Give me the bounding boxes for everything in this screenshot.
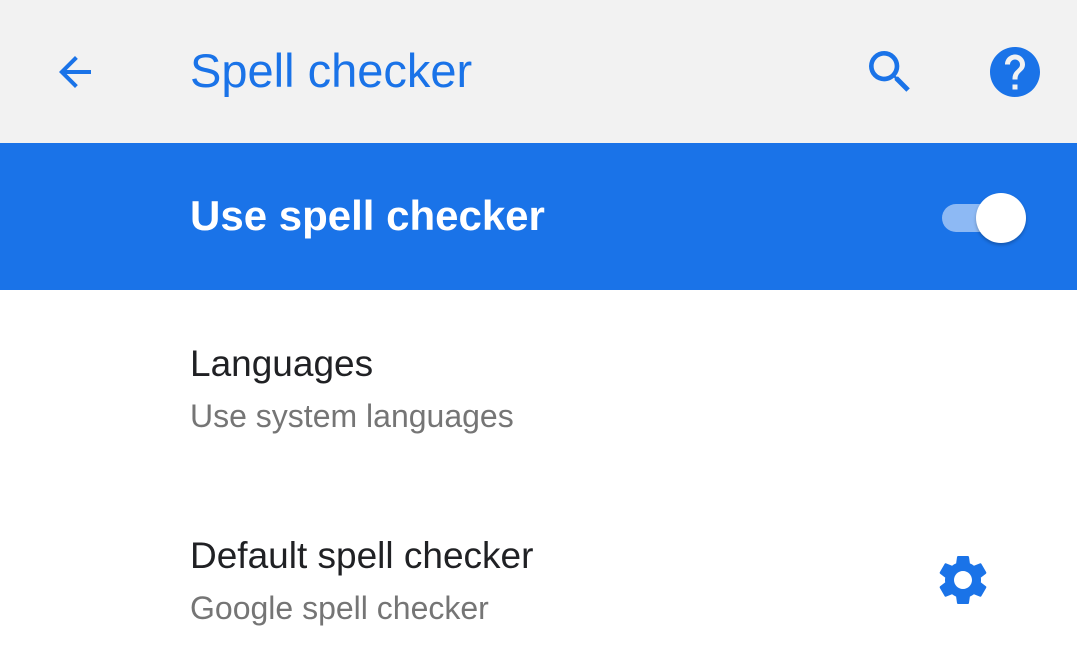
back-button[interactable] [45, 46, 105, 98]
spell-checker-settings-button[interactable] [930, 550, 996, 610]
master-switch-label: Use spell checker [190, 192, 545, 239]
toggle-thumb [976, 193, 1026, 243]
languages-preference[interactable]: Languages Use system languages [0, 290, 1077, 480]
languages-summary: Use system languages [190, 398, 514, 434]
page-title: Spell checker [190, 44, 473, 97]
gear-icon [939, 556, 987, 604]
languages-title: Languages [190, 343, 374, 384]
arrow-back-icon [59, 56, 91, 88]
default-spell-checker-summary: Google spell checker [190, 590, 489, 626]
app-bar: Spell checker [0, 0, 1077, 143]
spell-checker-toggle[interactable] [938, 193, 1030, 243]
use-spell-checker-switch-bar[interactable]: Use spell checker [0, 143, 1077, 290]
default-spell-checker-title: Default spell checker [190, 535, 534, 576]
search-icon [869, 51, 910, 92]
help-icon [990, 47, 1040, 97]
search-button[interactable] [860, 44, 920, 100]
help-button[interactable] [985, 44, 1045, 100]
default-spell-checker-preference[interactable]: Default spell checker Google spell check… [0, 480, 1077, 668]
